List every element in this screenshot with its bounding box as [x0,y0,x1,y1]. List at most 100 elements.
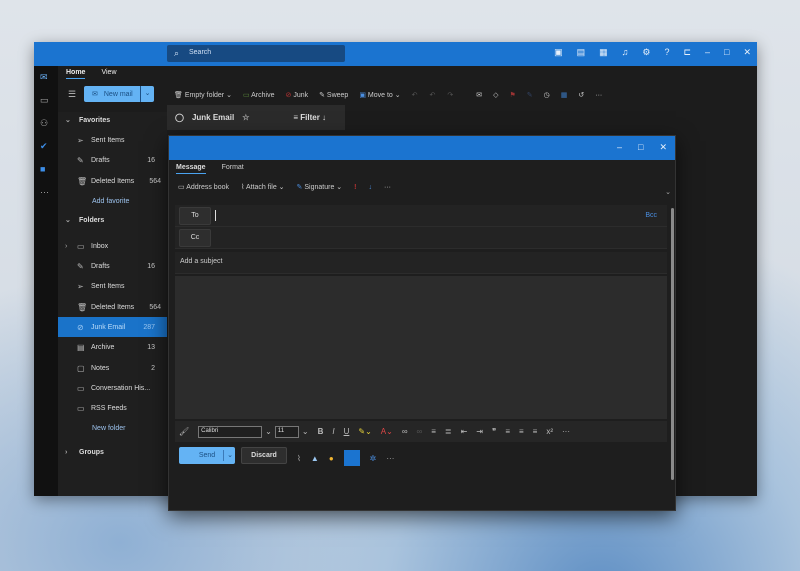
more-icon[interactable]: ··· [384,184,391,191]
chevron-right-icon[interactable]: › [65,243,67,250]
subject-input[interactable]: Add a subject [175,252,667,274]
minimize-button[interactable]: – [617,142,622,153]
settings-icon[interactable]: ✲ [370,454,377,463]
folder-drafts[interactable]: ✎ Drafts 16 [58,256,167,276]
filter-button[interactable]: ≡ Filter ↓ [293,113,326,122]
to-input[interactable] [215,210,216,221]
scrollbar[interactable] [671,208,674,480]
calendar-sync-icon[interactable]: ▦ [599,47,608,58]
attach-file-button[interactable]: ⌇ Attach file ⌄ [241,183,285,191]
link-icon[interactable]: ∞ [402,427,408,436]
tab-message[interactable]: Message [176,164,206,174]
bullets-icon[interactable]: ≡ [431,427,436,436]
bell-icon[interactable]: ♫ [622,47,629,58]
search-input[interactable]: ⌕ Search [167,45,345,62]
folder-conversation-history[interactable]: ▭ Conversation His... [58,378,167,398]
move-to-button[interactable]: ▣ Move to ⌄ [359,91,400,99]
reply-actions-icons[interactable]: ↶↶↷ [412,91,466,99]
maximize-button[interactable]: □ [638,142,643,153]
folder-archive[interactable]: ▤ Archive 13 [58,337,167,357]
decrease-indent-icon[interactable]: ⇤ [461,427,468,436]
favorite-star-icon[interactable]: ☆ [242,113,249,122]
folder-rss-feeds[interactable]: ▭ RSS Feeds [58,398,167,418]
attach-icon[interactable]: ⌇ [297,454,301,463]
collapse-ribbon-icon[interactable]: ⌄ [665,188,671,196]
more-icon[interactable]: ··· [562,427,570,436]
snooze-icon[interactable]: ◷ [544,91,550,99]
superscript-icon[interactable]: x² [546,427,553,436]
emoji-icon[interactable]: ● [329,454,334,463]
signature-button[interactable]: ✎ Signature ⌄ [297,183,343,191]
todo-icon[interactable]: ✔ [40,141,48,152]
favorite-drafts[interactable]: ✎ Drafts 16 [58,150,167,170]
tab-home[interactable]: Home [66,69,86,79]
image-icon[interactable]: ▲ [311,454,319,463]
high-importance-icon[interactable]: ! [354,184,356,191]
tag-icon[interactable]: ◇ [493,91,498,99]
folder-inbox[interactable]: › ▭ Inbox [58,236,167,256]
format-painter-icon[interactable]: 🖌 [179,427,189,436]
junk-button[interactable]: ⊘ Junk [285,91,308,99]
people-icon[interactable]: ⚇ [40,118,48,129]
numbering-icon[interactable]: ≣ [445,427,452,436]
minimize-button[interactable]: – [705,47,710,58]
send-button[interactable]: Send ⌄ [179,447,235,464]
favorite-sent-items[interactable]: ➢ Sent Items [58,130,167,150]
gear-icon[interactable]: ⚙ [642,47,650,58]
chevron-down-icon[interactable]: ⌄ [223,450,233,461]
font-size-input[interactable]: 11 [274,425,299,438]
teams-app-icon[interactable]: ■ [40,164,45,174]
low-importance-icon[interactable]: ↓ [369,184,373,191]
font-color-icon[interactable]: A⌄ [381,427,393,436]
tab-view[interactable]: View [101,69,116,79]
favorite-deleted-items[interactable]: 🗑 Deleted Items 564 [58,171,167,191]
chevron-down-icon[interactable]: ⌄ [302,427,309,436]
rules-icon[interactable]: ▦ [561,91,568,99]
new-mail-button[interactable]: ✉ New mail ⌄ [84,86,154,102]
chevron-down-icon[interactable]: ⌄ [140,86,154,102]
read-unread-icon[interactable]: ✉ [476,91,482,99]
folder-deleted-items[interactable]: 🗑 Deleted Items 564 [58,297,167,317]
chevron-down-icon[interactable]: ⌄ [265,427,272,436]
unlink-icon[interactable]: ∞ [417,427,423,436]
address-book-button[interactable]: ▭ Address book [178,183,229,191]
folder-junk-email[interactable]: ⊘ Junk Email 287 [58,317,167,337]
discard-button[interactable]: Discard [241,447,287,464]
font-name-input[interactable]: Calibri [198,425,263,438]
tab-format[interactable]: Format [222,164,244,174]
align-left-icon[interactable]: ≡ [505,427,510,436]
close-button[interactable]: ✕ [659,142,667,153]
bold-icon[interactable]: B [318,427,324,436]
more-icon[interactable]: ··· [386,454,394,463]
cc-button[interactable]: Cc [179,229,211,247]
sweep-button[interactable]: ✎ Sweep [319,91,348,99]
select-all-icon[interactable]: ◯ [175,113,184,122]
teams-icon[interactable]: ▤ [577,47,586,58]
mail-icon[interactable]: ✉ [40,72,48,83]
empty-folder-button[interactable]: 🗑 Empty folder ⌄ [174,91,232,99]
highlight-icon[interactable]: ✎⌄ [358,427,371,436]
undo-icon[interactable]: ↺ [578,91,584,99]
bcc-button[interactable]: Bcc [645,212,657,219]
folder-sent-items[interactable]: ➢ Sent Items [58,276,167,296]
message-body[interactable] [175,276,667,419]
folder-notes[interactable]: ▢ Notes 2 [58,358,167,378]
to-button[interactable]: To [179,207,211,225]
add-favorite-link[interactable]: Add favorite [58,191,167,211]
flag-icon[interactable]: ⚑ [510,91,516,99]
underline-icon[interactable]: U [344,427,350,436]
pin-icon[interactable]: ✎ [527,91,533,99]
new-folder-link[interactable]: New folder [58,418,167,438]
calendar-icon[interactable]: ▭ [40,95,49,106]
align-right-icon[interactable]: ≡ [533,427,538,436]
archive-button[interactable]: ▭ Archive [243,91,275,99]
close-button[interactable]: ✕ [743,47,751,58]
app-button[interactable] [343,450,360,466]
folders-header[interactable]: ⌄ Folders [58,210,167,230]
hamburger-icon[interactable]: ☰ [68,89,76,100]
increase-indent-icon[interactable]: ⇥ [476,427,483,436]
help-icon[interactable]: ? [664,47,669,58]
favorites-header[interactable]: ⌄ Favorites [58,110,167,130]
maximize-button[interactable]: □ [724,47,729,58]
more-icon[interactable]: ··· [595,92,602,99]
